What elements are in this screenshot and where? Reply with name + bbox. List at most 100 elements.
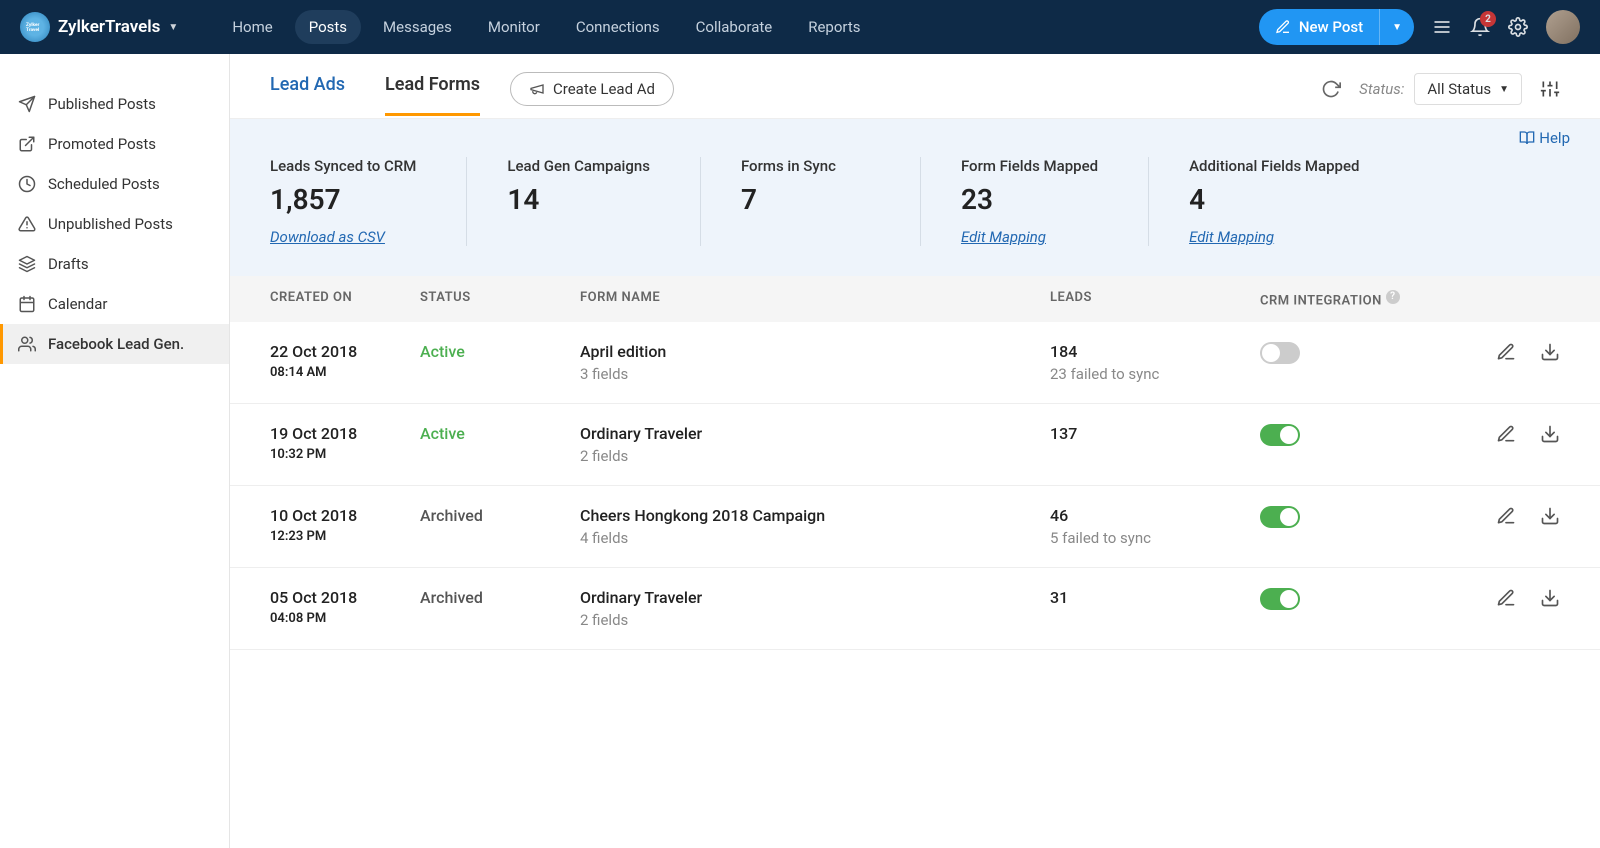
external-icon [18, 135, 36, 153]
sliders-icon[interactable] [1540, 79, 1560, 99]
tab-lead-forms[interactable]: Lead Forms [385, 74, 480, 116]
send-icon [18, 95, 36, 113]
new-post-label: New Post [1299, 18, 1363, 36]
row-time: 08:14 AM [270, 365, 420, 380]
header-leads: LEADS [1050, 290, 1260, 308]
status-filter: Status: All Status ▼ [1359, 73, 1522, 105]
gear-icon[interactable] [1508, 17, 1528, 37]
edit-icon[interactable] [1496, 588, 1516, 608]
row-status: Active [420, 342, 580, 361]
table-row: 22 Oct 2018 08:14 AMActiveApril edition 3 … [230, 322, 1600, 404]
crm-toggle[interactable] [1260, 506, 1300, 528]
nav-item-reports[interactable]: Reports [794, 10, 874, 44]
nav-item-messages[interactable]: Messages [369, 10, 466, 44]
sidebar-item-label: Facebook Lead Gen. [48, 335, 184, 353]
calendar-icon [18, 295, 36, 313]
edit-icon[interactable] [1496, 506, 1516, 526]
edit-icon[interactable] [1496, 424, 1516, 444]
row-leads-failed: 5 failed to sync [1050, 529, 1260, 547]
brand-logo: Zylker Travel [20, 12, 50, 42]
chevron-down-icon: ▼ [1499, 84, 1509, 95]
sidebar: Published Posts Promoted Posts Scheduled P… [0, 54, 230, 848]
nav-right: New Post ▼ 2 [1259, 9, 1580, 45]
header-form: FORM NAME [580, 290, 1050, 308]
stat-value: 4 [1189, 183, 1359, 216]
sidebar-item-label: Promoted Posts [48, 135, 156, 153]
nav-items: Home PostsMessagesMonitorConnectionsColla… [218, 10, 1259, 44]
stat-value: 23 [961, 183, 1098, 216]
row-date: 22 Oct 2018 [270, 342, 420, 361]
stat-value: 1,857 [270, 183, 416, 216]
row-form-fields: 4 fields [580, 529, 1050, 547]
crm-toggle[interactable] [1260, 588, 1300, 610]
stat-label: Leads Synced to CRM [270, 157, 416, 175]
status-filter-label: Status: [1359, 80, 1404, 98]
row-time: 10:32 PM [270, 447, 420, 462]
row-form-name: Ordinary Traveler [580, 424, 1050, 443]
create-lead-ad-button[interactable]: Create Lead Ad [510, 72, 674, 106]
refresh-icon[interactable] [1321, 79, 1341, 99]
download-icon[interactable] [1540, 342, 1560, 362]
stats-cards: Leads Synced to CRM1,857Download as CSVL… [230, 147, 1600, 276]
sidebar-item-label: Drafts [48, 255, 89, 273]
stat-label: Forms in Sync [741, 157, 870, 175]
help-icon[interactable]: ? [1386, 290, 1400, 304]
sidebar-item-calendar[interactable]: Calendar [0, 284, 229, 324]
table-row: 19 Oct 201810:32 PMActiveOrdinary Travel… [230, 404, 1600, 486]
row-form-fields: 2 fields [580, 447, 1050, 465]
nav-item-monitor[interactable]: Monitor [474, 10, 554, 44]
avatar[interactable] [1546, 10, 1580, 44]
nav-item-connections[interactable]: Connections [562, 10, 674, 44]
row-form-fields: 3 fields [580, 365, 1050, 383]
download-icon[interactable] [1540, 424, 1560, 444]
sidebar-item-label: Calendar [48, 295, 108, 313]
nav-item-collaborate[interactable]: Collaborate [682, 10, 787, 44]
crm-toggle[interactable] [1260, 342, 1300, 364]
stat-label: Additional Fields Mapped [1189, 157, 1359, 175]
table-body: 22 Oct 201808:14 AMActiveApril edition3 … [230, 322, 1600, 650]
stat-card: Forms in Sync 7 [741, 157, 921, 246]
stat-card: Additional Fields Mapped 4 Edit Mapping [1189, 157, 1409, 246]
row-status: Active [420, 424, 580, 443]
stat-card: Leads Synced to CRM 1,857 Download as CSV [270, 157, 467, 246]
nav-item-home[interactable]: Home [218, 10, 286, 44]
sidebar-item-facebook-lead-gen-[interactable]: Facebook Lead Gen. [0, 324, 229, 364]
edit-icon[interactable] [1496, 342, 1516, 362]
brand-selector[interactable]: Zylker Travel ZylkerTravels ▼ [20, 12, 178, 42]
sidebar-item-drafts[interactable]: Drafts [0, 244, 229, 284]
tab-lead-ads[interactable]: Lead Ads [270, 74, 345, 116]
header-crm: CRM INTEGRATION? [1260, 290, 1440, 308]
download-icon[interactable] [1540, 588, 1560, 608]
row-form-name: April edition [580, 342, 1050, 361]
book-icon [1519, 130, 1535, 146]
download-icon[interactable] [1540, 506, 1560, 526]
row-form-fields: 2 fields [580, 611, 1050, 629]
sidebar-item-promoted-posts[interactable]: Promoted Posts [0, 124, 229, 164]
crm-toggle[interactable] [1260, 424, 1300, 446]
new-post-dropdown[interactable]: ▼ [1379, 9, 1414, 45]
stat-link[interactable]: Edit Mapping [961, 228, 1046, 246]
lead-icon [18, 335, 36, 353]
notification-badge: 2 [1480, 11, 1496, 27]
help-link[interactable]: Help [1519, 129, 1570, 147]
nav-item-posts[interactable]: Posts [295, 10, 361, 44]
stat-link[interactable]: Download as CSV [270, 228, 385, 246]
stat-link[interactable]: Edit Mapping [1189, 228, 1274, 246]
sidebar-item-published-posts[interactable]: Published Posts [0, 84, 229, 124]
row-date: 10 Oct 2018 [270, 506, 420, 525]
menu-icon[interactable] [1432, 17, 1452, 37]
bell-icon[interactable]: 2 [1470, 17, 1490, 37]
subheader: Lead Ads Lead Forms Create Lead Ad Status… [230, 54, 1600, 119]
help-row: Help [230, 119, 1600, 147]
stat-value: 7 [741, 183, 870, 216]
tabs: Lead Ads Lead Forms [270, 74, 480, 116]
stat-label: Form Fields Mapped [961, 157, 1098, 175]
new-post-button[interactable]: New Post ▼ [1259, 9, 1414, 45]
sidebar-item-unpublished-posts[interactable]: Unpublished Posts [0, 204, 229, 244]
sidebar-item-scheduled-posts[interactable]: Scheduled Posts [0, 164, 229, 204]
sidebar-item-label: Published Posts [48, 95, 156, 113]
status-filter-select[interactable]: All Status ▼ [1414, 73, 1522, 105]
chevron-down-icon: ▼ [168, 22, 178, 33]
table-row: 05 Oct 201804:08 PMArchivedOrdinary Trav… [230, 568, 1600, 650]
stat-label: Lead Gen Campaigns [507, 157, 650, 175]
